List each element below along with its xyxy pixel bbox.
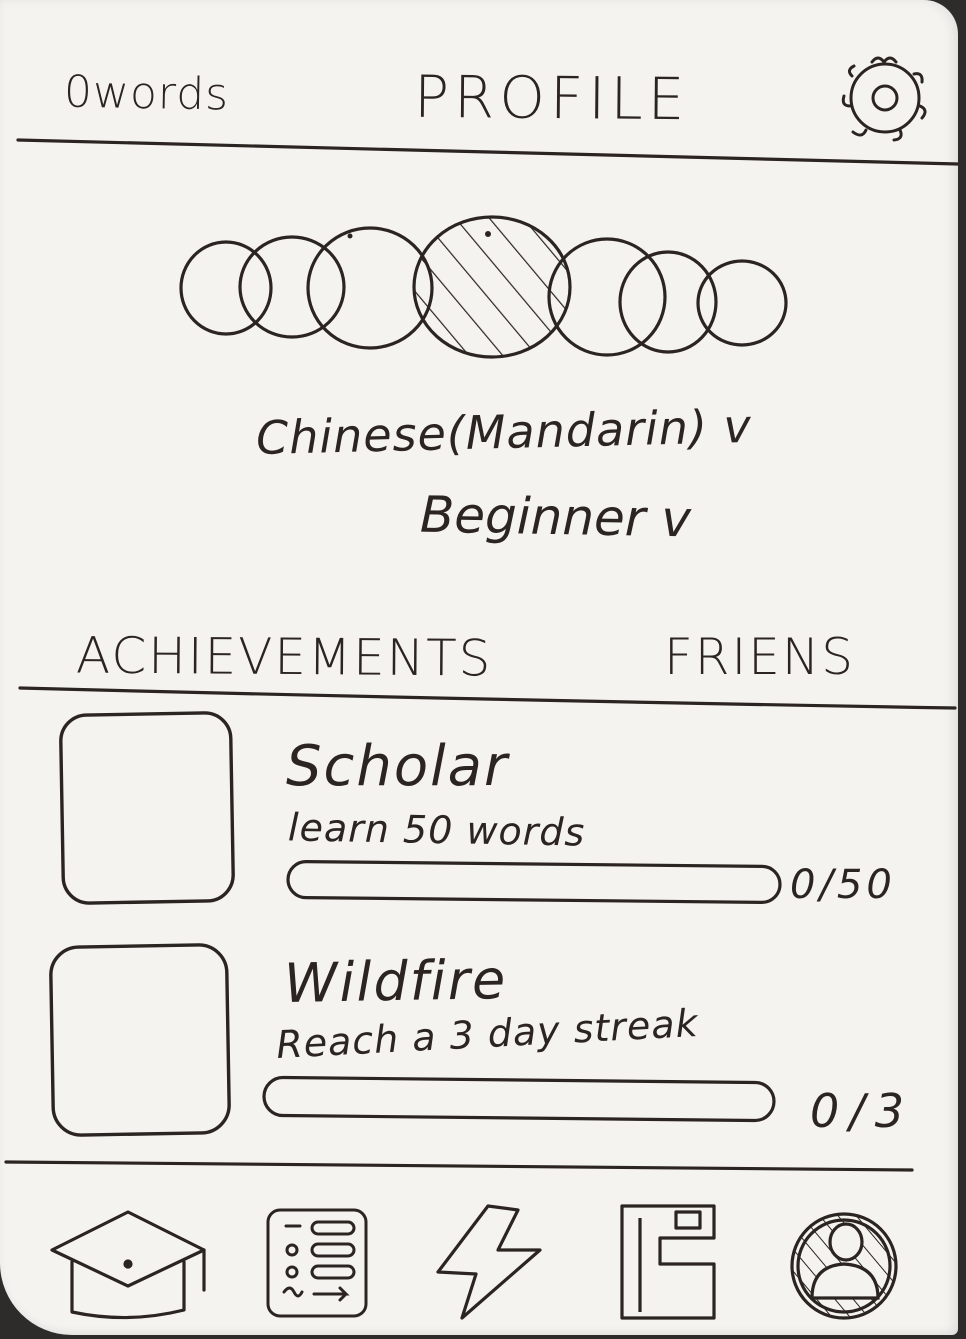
tab-friends[interactable]: FRIENS <box>664 628 855 686</box>
achievement-title: Scholar <box>286 734 509 799</box>
nav-practice[interactable] <box>430 1200 546 1326</box>
tabs-divider <box>18 686 957 710</box>
settings-button[interactable] <box>842 56 930 144</box>
level-dropdown[interactable]: Beginner v <box>420 486 692 549</box>
header-divider <box>16 138 958 166</box>
page-title: PROFILE <box>413 62 690 134</box>
achievement-badge <box>49 943 231 1137</box>
language-carousel[interactable] <box>176 226 788 366</box>
achievement-description: learn 50 words <box>287 805 586 855</box>
word-count-label: 0words <box>63 66 230 121</box>
achievement-progress-count: 0/50 <box>790 862 896 908</box>
nav-lessons[interactable] <box>262 1200 372 1326</box>
nav-learn[interactable] <box>48 1200 210 1326</box>
nav-profile[interactable] <box>788 1210 900 1322</box>
achievement-badge <box>59 711 235 905</box>
tab-achievements[interactable]: ACHIEVEMENTS <box>76 627 493 688</box>
profile-screen: 0words PROFILE Chinese(Mandarin) v Begin… <box>0 0 958 1335</box>
achievement-title: Wildfire <box>283 948 508 1015</box>
achievement-progress-count: 0/3 <box>810 1084 915 1138</box>
achievement-progress-bar <box>262 1075 776 1123</box>
nav-flashcards[interactable] <box>614 1200 722 1326</box>
achievement-progress-bar <box>286 860 782 904</box>
bottom-nav-divider <box>4 1160 914 1172</box>
